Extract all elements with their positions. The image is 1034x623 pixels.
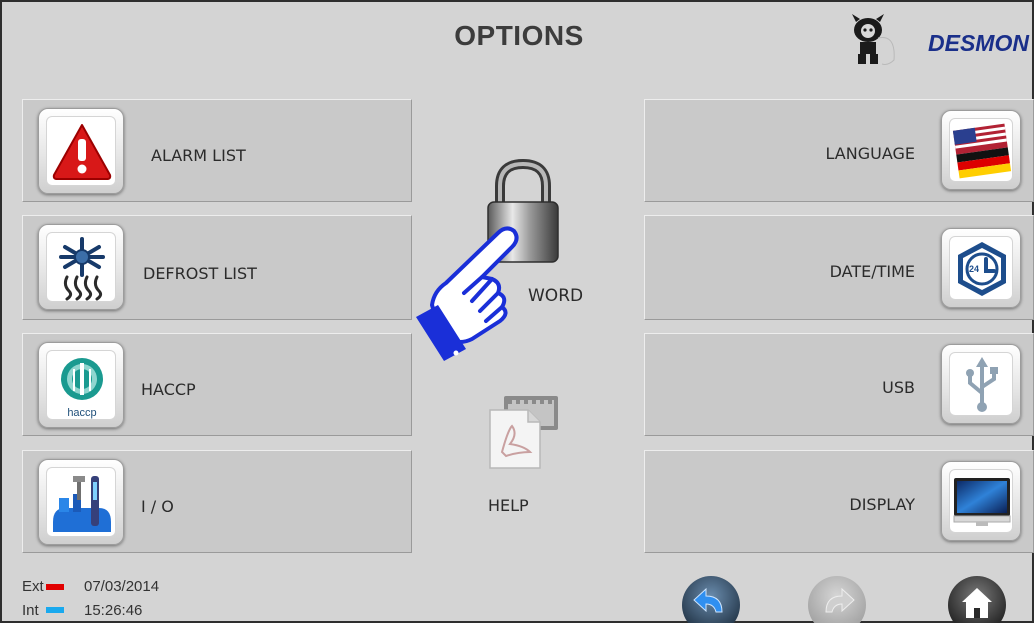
io-button[interactable]: I / O	[22, 450, 412, 553]
usb-button[interactable]: USB	[644, 333, 1034, 436]
language-label: LANGUAGE	[825, 144, 915, 163]
date-time-button[interactable]: DATE/TIME 24	[644, 215, 1034, 320]
defrost-snowflake-icon	[38, 224, 124, 310]
date-time-label: DATE/TIME	[829, 262, 915, 281]
clock-24-icon: 24	[941, 228, 1021, 308]
alarm-list-button[interactable]: ALARM LIST	[22, 99, 412, 202]
forward-arrow-icon	[825, 587, 855, 613]
display-label: DISPLAY	[849, 495, 915, 514]
home-icon	[962, 588, 992, 618]
help-label: HELP	[488, 496, 529, 515]
svg-text:24: 24	[969, 264, 979, 274]
display-button[interactable]: DISPLAY	[644, 450, 1034, 553]
usb-icon	[941, 344, 1021, 424]
language-flag-icon	[941, 110, 1021, 190]
help-document-film-icon	[489, 396, 558, 469]
usb-label: USB	[882, 378, 915, 397]
alarm-warning-icon	[38, 108, 124, 194]
home-button[interactable]	[948, 576, 1006, 623]
haccp-icon: haccp	[38, 342, 124, 428]
back-button[interactable]	[682, 576, 740, 623]
status-date: 07/03/2014	[84, 578, 160, 595]
ext-label: Ext	[22, 578, 44, 595]
help-button[interactable]	[484, 390, 564, 470]
ext-color-indicator	[46, 584, 64, 590]
int-label: Int	[22, 602, 39, 619]
language-button[interactable]: LANGUAGE	[644, 99, 1034, 202]
haccp-icon-text: haccp	[67, 407, 97, 419]
forward-button[interactable]	[808, 576, 866, 623]
status-time: 15:26:46	[84, 602, 143, 619]
haccp-button[interactable]: haccp HACCP	[22, 333, 412, 436]
alarm-list-label: ALARM LIST	[151, 146, 246, 165]
brand-name: DESMON	[928, 30, 1029, 56]
back-arrow-icon	[693, 587, 723, 613]
int-color-indicator	[46, 607, 64, 613]
io-label: I / O	[141, 497, 174, 516]
haccp-label: HACCP	[141, 380, 196, 399]
desmon-logo: DESMON	[838, 8, 1034, 70]
monitor-icon	[941, 461, 1021, 541]
defrost-list-label: DEFROST LIST	[143, 264, 257, 283]
io-tools-icon	[38, 459, 124, 545]
defrost-list-button[interactable]: DEFROST LIST	[22, 215, 412, 320]
pointing-hand-cursor-icon	[402, 217, 537, 367]
